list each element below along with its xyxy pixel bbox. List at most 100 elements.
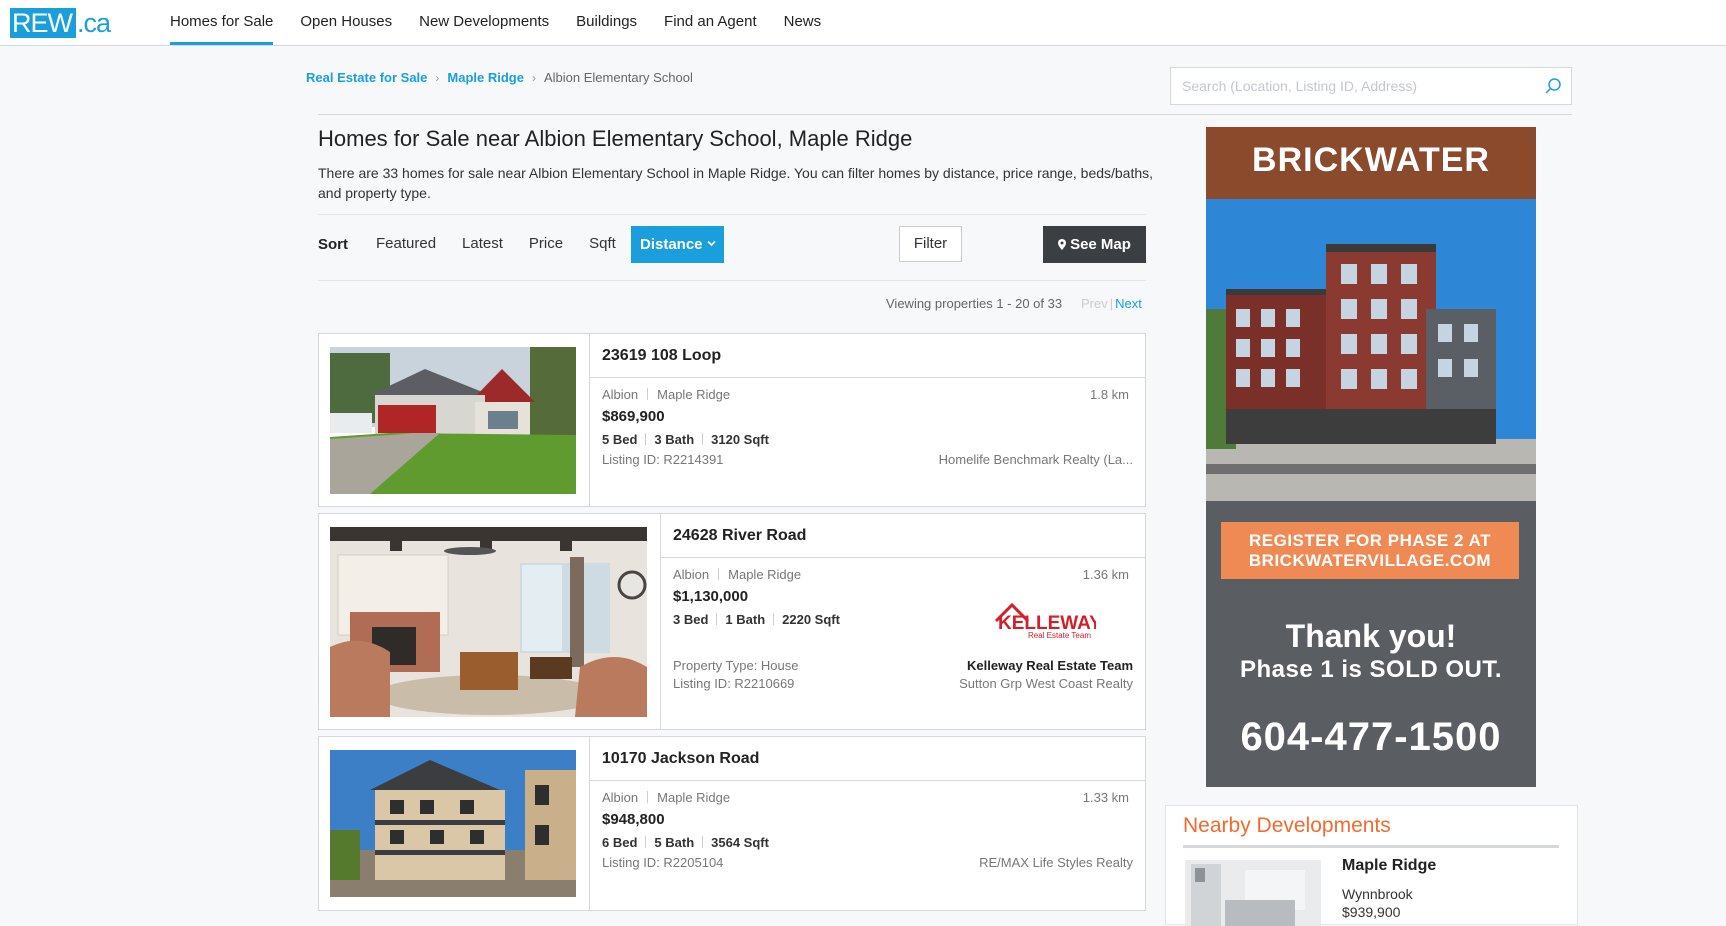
nearby-divider xyxy=(1183,845,1559,848)
separator xyxy=(718,568,720,580)
listing-id: Listing ID: R2210669 xyxy=(673,676,795,691)
search-input[interactable] xyxy=(1171,68,1531,104)
kelleway-logo: KELLEWAY Real Estate Team xyxy=(994,602,1096,640)
filter-button[interactable]: Filter xyxy=(899,226,962,262)
listing-area: Albion xyxy=(602,387,639,402)
breadcrumb: Real Estate for Sale › Maple Ridge › Alb… xyxy=(306,70,693,85)
listing-baths: 5 Bath xyxy=(654,835,695,850)
page-title: Homes for Sale near Albion Elementary Sc… xyxy=(318,126,913,151)
ad-phone: 604-477-1500 xyxy=(1240,715,1502,759)
pagination: Prev | Next xyxy=(1081,296,1142,311)
listing-distance: 1.36 km xyxy=(1082,567,1129,582)
breadcrumb-maple-ridge[interactable]: Maple Ridge xyxy=(447,70,524,85)
listing-specs: 3 Bed 1 Bath 2220 Sqft xyxy=(673,612,840,627)
map-pin-icon xyxy=(1058,239,1067,250)
see-map-label: See Map xyxy=(1070,236,1131,253)
see-map-button[interactable]: See Map xyxy=(1043,226,1146,263)
listing-specs: 6 Bed 5 Bath 3564 Sqft xyxy=(602,835,769,850)
brickwater-ad[interactable]: BRICKWATER REGISTER FOR PHASE 2 AT BRICK… xyxy=(1206,127,1536,787)
listing-broker: Homelife Benchmark Realty (La... xyxy=(938,452,1133,467)
logo-mark: REW xyxy=(10,8,76,38)
logo-suffix: .ca xyxy=(77,7,111,38)
listing-specs: 5 Bed 3 Bath 3120 Sqft xyxy=(602,432,769,447)
listing-price: $1,130,000 xyxy=(673,588,749,605)
sort-featured[interactable]: Featured xyxy=(376,226,436,262)
listing-id: Listing ID: R2214391 xyxy=(602,452,724,467)
search-box xyxy=(1170,67,1572,105)
listing-info: 23619 108 Loop Albion Maple Ridge 1.8 km … xyxy=(589,334,1145,506)
breadcrumb-real-estate-for-sale[interactable]: Real Estate for Sale xyxy=(306,70,427,85)
listing-sqft: 3120 Sqft xyxy=(711,432,769,447)
sort-options: Featured Latest Price Sqft xyxy=(376,226,642,262)
separator xyxy=(645,836,647,848)
listing-distance: 1.33 km xyxy=(1082,790,1129,805)
separator xyxy=(716,613,718,625)
listing-baths: 3 Bath xyxy=(654,432,695,447)
ad-brand: BRICKWATER xyxy=(1252,141,1490,179)
listing-beds: 5 Bed xyxy=(602,432,638,447)
listing-card[interactable]: 24628 River Road Albion Maple Ridge 1.36 … xyxy=(318,513,1146,730)
nav-news[interactable]: News xyxy=(784,0,822,46)
page-description: There are 33 homes for sale near Albion … xyxy=(318,165,1154,201)
listing-broker: Sutton Grp West Coast Realty xyxy=(959,676,1133,691)
ad-register-cta[interactable]: REGISTER FOR PHASE 2 AT BRICKWATERVILLAG… xyxy=(1221,522,1519,579)
prev-page-link[interactable]: Prev xyxy=(1081,296,1108,311)
sort-latest[interactable]: Latest xyxy=(462,226,503,262)
listing-area: Albion xyxy=(673,567,710,582)
nearby-title: Nearby Developments xyxy=(1183,814,1391,837)
ad-building-image xyxy=(1206,199,1536,501)
listing-city: Maple Ridge xyxy=(728,567,802,582)
sort-sqft[interactable]: Sqft xyxy=(589,226,616,262)
listing-photo[interactable] xyxy=(330,527,647,717)
listing-address[interactable]: 23619 108 Loop xyxy=(590,334,1145,378)
listing-beds: 6 Bed xyxy=(602,835,638,850)
nav-new-developments[interactable]: New Developments xyxy=(419,0,549,46)
listing-sqft: 3564 Sqft xyxy=(711,835,769,850)
listing-price: $948,800 xyxy=(602,811,665,828)
listing-photo[interactable] xyxy=(330,750,576,897)
sort-price[interactable]: Price xyxy=(529,226,563,262)
sort-label: Sort xyxy=(318,236,348,253)
rew-logo[interactable]: REW .ca xyxy=(10,7,111,38)
divider xyxy=(318,280,1146,281)
listing-address[interactable]: 10170 Jackson Road xyxy=(590,737,1145,781)
next-page-link[interactable]: Next xyxy=(1115,296,1142,311)
listing-city: Maple Ridge xyxy=(657,790,731,805)
listing-agent[interactable]: Kelleway Real Estate Team xyxy=(967,658,1133,673)
listing-id: Listing ID: R2205104 xyxy=(602,855,724,870)
separator xyxy=(702,836,704,848)
nav-buildings[interactable]: Buildings xyxy=(576,0,637,46)
listing-distance: 1.8 km xyxy=(1089,387,1129,402)
listing-info: 24628 River Road Albion Maple Ridge 1.36 … xyxy=(660,514,1145,729)
listing-location: Albion Maple Ridge xyxy=(673,567,801,582)
ad-sold-out: Phase 1 is SOLD OUT. xyxy=(1239,656,1503,683)
listing-city: Maple Ridge xyxy=(657,387,731,402)
sort-distance-label: Distance xyxy=(640,236,703,253)
nearby-city[interactable]: Maple Ridge xyxy=(1342,857,1436,875)
nav-homes-for-sale[interactable]: Homes for Sale xyxy=(170,0,274,46)
search-icon[interactable] xyxy=(1544,77,1562,95)
listing-card[interactable]: 10170 Jackson Road Albion Maple Ridge 1.3… xyxy=(318,736,1146,911)
sort-distance-dropdown[interactable]: Distance xyxy=(631,226,724,263)
nearby-developments: Nearby Developments Maple Ridge Wynnbroo… xyxy=(1165,805,1578,926)
listing-property-type: Property Type: House xyxy=(673,658,799,673)
listing-broker: RE/MAX Life Styles Realty xyxy=(979,855,1133,870)
listing-address[interactable]: 24628 River Road xyxy=(661,514,1145,558)
nearby-development-photo[interactable] xyxy=(1185,860,1321,926)
nav-open-houses[interactable]: Open Houses xyxy=(300,0,392,46)
main-nav: Homes for Sale Open Houses New Developme… xyxy=(170,0,848,46)
listing-info: 10170 Jackson Road Albion Maple Ridge 1.3… xyxy=(589,737,1145,910)
header-divider xyxy=(318,114,1572,115)
listing-baths: 1 Bath xyxy=(725,612,766,627)
listing-photo[interactable] xyxy=(330,347,576,494)
chevron-down-icon xyxy=(707,240,716,247)
separator xyxy=(645,433,647,445)
chevron-right-icon: › xyxy=(435,70,440,85)
listing-sqft: 2220 Sqft xyxy=(782,612,840,627)
ad-cta-line2: BRICKWATERVILLAGE.COM xyxy=(1248,551,1492,570)
separator xyxy=(647,791,649,803)
nav-find-an-agent[interactable]: Find an Agent xyxy=(664,0,757,46)
pager-divider: | xyxy=(1109,296,1114,311)
listing-card[interactable]: 23619 108 Loop Albion Maple Ridge 1.8 km … xyxy=(318,333,1146,507)
ad-thanks: Thank you! xyxy=(1285,618,1457,654)
